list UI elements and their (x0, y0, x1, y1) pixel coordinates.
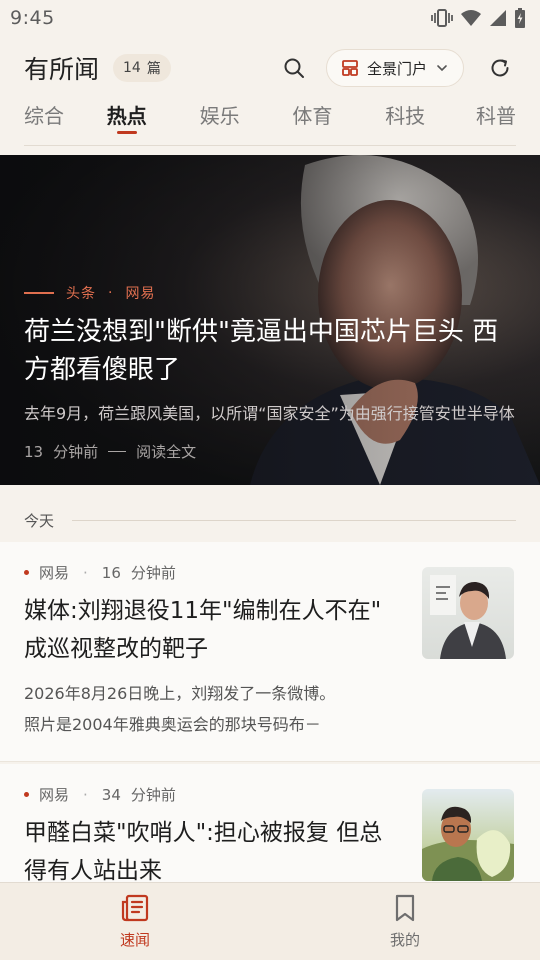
news-summary-line: 2026年8月26日晚上，刘翔发了一条微博。 (24, 684, 336, 703)
news-thumbnail[interactable] (422, 789, 514, 881)
headline-summary: 去年9月，荷兰跟风美国，以所谓“国家安全”为由强行接管安世半导体 (24, 404, 515, 423)
news-source: 网易 (39, 564, 70, 582)
meta-separator: · (83, 563, 88, 582)
section-title: 今天 (24, 511, 55, 530)
tab-technology[interactable]: 科技 (375, 92, 435, 146)
headline-meta-line (24, 292, 54, 294)
battery-icon (515, 8, 525, 28)
section-divider (72, 519, 516, 521)
news-source: 网易 (39, 786, 70, 804)
headline-card[interactable]: 头条 · 网易 荷兰没想到"断供"竟逼出中国芯片巨头 西方都看傻眼了 去年9月，… (0, 155, 540, 485)
signal-icon (490, 10, 506, 26)
news-time-unit: 分钟前 (130, 786, 176, 804)
app-header: 有所闻 14 篇 全景门户 (0, 44, 540, 92)
newspaper-icon (121, 894, 149, 922)
news-time-value: 16 (101, 563, 121, 582)
news-card[interactable]: 网易 · 34 分钟前 甲醛白菜"吹哨人":担心被报复 但总得有人站出来 (0, 764, 540, 884)
meta-separator: · (83, 785, 88, 804)
news-thumbnail[interactable] (422, 567, 514, 659)
news-card-meta: 网易 · 34 分钟前 (24, 784, 176, 805)
status-icons (431, 8, 526, 28)
news-summary-line: 照片是2004年雅典奥运会的那块号码布－ (24, 715, 321, 734)
search-button[interactable] (278, 52, 310, 84)
headline-tag: 头条 (66, 286, 96, 302)
headline-title[interactable]: 荷兰没想到"断供"竟逼出中国芯片巨头 西方都看傻眼了 (24, 313, 514, 389)
tab-comprehensive[interactable]: 综合 (24, 92, 64, 146)
portal-dropdown[interactable]: 全景门户 (325, 49, 464, 87)
read-more-link[interactable]: 阅读全文 (136, 441, 196, 462)
news-summary: 2026年8月26日晚上，刘翔发了一条微博。 照片是2004年雅典奥运会的那块号… (24, 678, 394, 740)
news-time-value: 34 (101, 785, 121, 804)
source-dot (24, 792, 29, 797)
search-icon (284, 58, 304, 78)
tab-hot[interactable]: 热点 (97, 92, 157, 146)
bookmark-icon (395, 894, 415, 922)
news-title[interactable]: 甲醛白菜"吹哨人":担心被报复 但总得有人站出来 (24, 814, 394, 883)
headline-time-value: 13 (24, 442, 44, 461)
news-thumbnail-image (422, 806, 514, 881)
bottom-navigation: 速闻 我的 (0, 882, 540, 960)
nav-item-news[interactable]: 速闻 (0, 883, 270, 960)
nav-item-mine[interactable]: 我的 (270, 883, 540, 960)
refresh-button[interactable] (484, 52, 516, 84)
headline-footer: 13 分钟前 阅读全文 (24, 441, 196, 462)
layout-icon (342, 60, 358, 76)
headline-time-unit: 分钟前 (53, 443, 99, 461)
nav-label-mine: 我的 (389, 931, 420, 949)
news-time-unit: 分钟前 (130, 564, 176, 582)
refresh-icon (491, 59, 509, 77)
portal-label: 全景门户 (366, 59, 427, 78)
tab-sports[interactable]: 体育 (282, 92, 342, 146)
headline-footer-dash (108, 451, 127, 452)
headline-meta-dot: · (108, 285, 114, 301)
news-card-meta: 网易 · 16 分钟前 (24, 562, 176, 583)
news-thumbnail-image (430, 575, 506, 659)
category-tabs: 综合 热点 娱乐 体育 科技 科普 (24, 92, 516, 146)
nav-label-news: 速闻 (119, 931, 150, 949)
vibrate-icon (431, 9, 453, 27)
news-title[interactable]: 媒体:刘翔退役11年"编制在人不在" 成巡视整改的靶子 (24, 592, 394, 668)
section-header-today: 今天 (24, 506, 516, 534)
source-dot (24, 570, 29, 575)
tab-entertainment[interactable]: 娱乐 (190, 92, 250, 146)
article-count-badge: 14 篇 (113, 54, 171, 82)
headline-source: 网易 (125, 286, 156, 302)
wifi-icon (461, 10, 481, 26)
status-time: 9:45 (10, 7, 55, 29)
headline-meta: 头条 · 网易 (24, 283, 155, 303)
status-bar: 9:45 (0, 0, 540, 36)
tab-science[interactable]: 科普 (468, 92, 516, 146)
article-count-unit: 篇 (146, 61, 161, 77)
news-card[interactable]: 网易 · 16 分钟前 媒体:刘翔退役11年"编制在人不在" 成巡视整改的靶子 … (0, 542, 540, 762)
chevron-down-icon (437, 65, 447, 72)
app-title: 有所闻 (24, 55, 100, 84)
article-count: 14 (123, 60, 141, 76)
